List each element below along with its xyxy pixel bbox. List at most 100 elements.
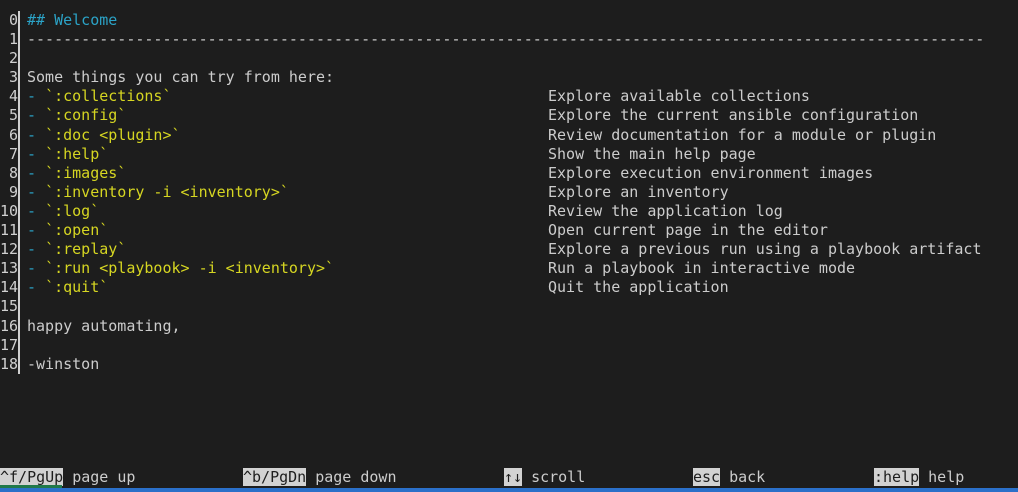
gutter-divider: [18, 30, 20, 49]
line-content: -winston: [27, 355, 1018, 374]
command-token: `:replay`: [45, 240, 126, 258]
buffer-line: 13- `:run <playbook> -i <inventory>` Run …: [0, 259, 1018, 278]
line-number: 10: [0, 202, 18, 221]
buffer-line: 15: [0, 297, 1018, 316]
blue-border-bar: [0, 488, 1018, 492]
line-number: 0: [0, 11, 18, 30]
line-content: ----------------------------------------…: [27, 30, 1018, 49]
command-token: `:quit`: [45, 278, 108, 296]
command-description: Open current page in the editor: [548, 221, 828, 240]
command-token: `:help`: [45, 145, 108, 163]
buffer-line: 9 - `:inventory -i <inventory>`Explore an…: [0, 183, 1018, 202]
line-content: - `:open`Open current page in the editor: [27, 221, 1018, 240]
gutter-divider: [18, 317, 20, 336]
line-content: - `:run <playbook> -i <inventory>` Run a …: [27, 259, 1018, 278]
list-bullet: -: [27, 87, 36, 105]
gutter-divider: [18, 259, 20, 278]
buffer-line: 3Some things you can try from here:: [0, 68, 1018, 87]
gutter-divider: [18, 87, 20, 106]
line-content: Some things you can try from here:: [27, 68, 1018, 87]
command-description: Review documentation for a module or plu…: [548, 126, 936, 145]
buffer-line: 10 - `:log`Review the application log: [0, 202, 1018, 221]
list-bullet: -: [27, 278, 36, 296]
welcome-heading: ## Welcome: [27, 11, 117, 29]
line-content: - `:help`Show the main help page: [27, 145, 1018, 164]
key-label: scroll: [531, 468, 585, 486]
line-number: 14: [0, 278, 18, 297]
buffer-line: 11- `:open`Open current page in the edit…: [0, 221, 1018, 240]
buffer-line: 4- `:collections`Explore available colle…: [0, 87, 1018, 106]
gutter-divider: [18, 355, 20, 374]
key-badge: ↑↓: [504, 468, 522, 486]
command-token: `:open`: [45, 221, 108, 239]
terminal-window[interactable]: 0## Welcome1----------------------------…: [0, 0, 1018, 492]
keybar-hint-scroll: ↑↓ scroll: [504, 469, 585, 486]
key-badge: esc: [693, 468, 720, 486]
command-description: Explore a previous run using a playbook …: [548, 240, 981, 259]
line-number: 15: [0, 297, 18, 316]
line-number: 4: [0, 87, 18, 106]
buffer-line: 18-winston: [0, 355, 1018, 374]
keybar-hint-back: escback: [693, 469, 765, 486]
line-number: 12: [0, 240, 18, 259]
line-content: [27, 336, 1018, 355]
line-content: - `:inventory -i <inventory>`Explore an …: [27, 183, 1018, 202]
gutter-divider: [18, 106, 20, 125]
buffer-line: 8- `:images`Explore execution environmen…: [0, 164, 1018, 183]
gutter-divider: [18, 183, 20, 202]
keybar-hint-help: :helphelp: [874, 469, 964, 486]
buffer-line: 6- `:doc <plugin>`Review documentation f…: [0, 126, 1018, 145]
command-description: Explore an inventory: [548, 183, 729, 202]
gutter-divider: [18, 240, 20, 259]
buffer: 0## Welcome1----------------------------…: [0, 11, 1018, 374]
line-content: - `:replay`Explore a previous run using …: [27, 240, 1018, 259]
gutter-divider: [18, 202, 20, 221]
list-bullet: -: [27, 106, 36, 124]
line-number: 9: [0, 183, 18, 202]
key-badge: ^b/PgDn: [243, 468, 306, 486]
key-label: page down: [315, 468, 396, 486]
line-content: - `:config` Explore the current ansible c…: [27, 106, 1018, 125]
command-description: Quit the application: [548, 278, 729, 297]
buffer-line: 12 - `:replay`Explore a previous run usin…: [0, 240, 1018, 259]
buffer-line: 14- `:quit` Quit the application: [0, 278, 1018, 297]
gutter-divider: [18, 297, 20, 316]
line-number: 1: [0, 30, 18, 49]
command-token: `:config`: [45, 106, 126, 124]
line-content: - `:log`Review the application log: [27, 202, 1018, 221]
line-content: - `:quit` Quit the application: [27, 278, 1018, 297]
list-bullet: -: [27, 202, 36, 220]
line-content: - `:images`Explore execution environment…: [27, 164, 1018, 183]
text-line: happy automating,: [27, 317, 181, 335]
key-badge: ^f/PgUp: [0, 468, 63, 486]
line-content: [27, 49, 1018, 68]
command-token: `:doc <plugin>`: [45, 126, 180, 144]
line-number: 16: [0, 317, 18, 336]
command-description: Explore execution environment images: [548, 164, 873, 183]
list-bullet: -: [27, 164, 36, 182]
list-bullet: -: [27, 183, 36, 201]
command-token: `:run <playbook> -i <inventory>`: [45, 259, 334, 277]
keybar-hint-page-down: ^b/PgDn page down: [243, 469, 397, 486]
list-bullet: -: [27, 259, 36, 277]
line-number: 13: [0, 259, 18, 278]
command-description: Explore the current ansible configuratio…: [548, 106, 918, 125]
line-content: ## Welcome: [27, 11, 1018, 30]
gutter-divider: [18, 126, 20, 145]
text-line: -winston: [27, 355, 99, 373]
list-bullet: -: [27, 145, 36, 163]
line-number: 2: [0, 49, 18, 68]
buffer-line: 0 ## Welcome: [0, 11, 1018, 30]
key-badge: :help: [874, 468, 919, 486]
keybar: ^f/PgUp page up ^b/PgDn page down ↑↓ scroll es…: [0, 469, 1018, 488]
keybar-hint-page-up: ^f/PgUp page up: [0, 469, 135, 486]
line-number: 17: [0, 336, 18, 355]
gutter-divider: [18, 11, 20, 30]
gutter-divider: [18, 49, 20, 68]
line-content: - `:doc <plugin>`Review documentation fo…: [27, 126, 1018, 145]
key-label: back: [729, 468, 765, 486]
command-description: Run a playbook in interactive mode: [548, 259, 855, 278]
buffer-line: 1 ---------------------------------------…: [0, 30, 1018, 49]
key-label: page up: [72, 468, 135, 486]
buffer-line: 7- `:help`Show the main help page: [0, 145, 1018, 164]
